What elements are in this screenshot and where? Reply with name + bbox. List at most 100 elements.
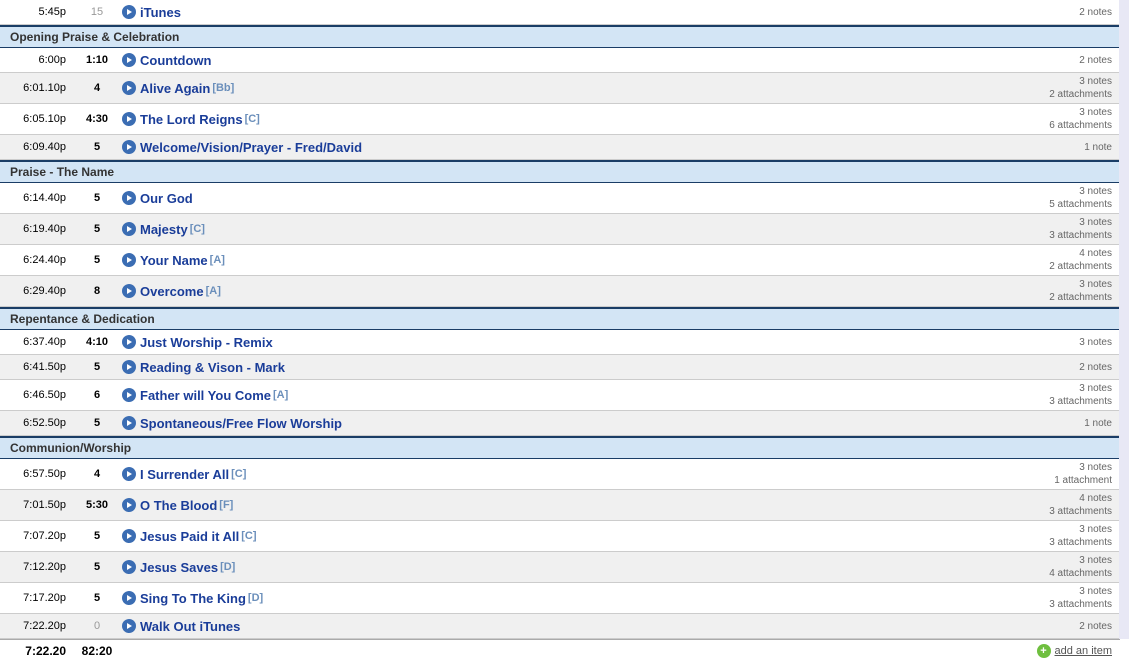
notes-count[interactable]: 3 notes <box>992 216 1112 229</box>
plan-item-row[interactable]: 7:12.20p5Jesus Saves [D]3 notes4 attachm… <box>0 552 1120 583</box>
item-title-link[interactable]: Walk Out iTunes <box>140 619 240 634</box>
notes-count[interactable]: 3 notes <box>992 75 1112 88</box>
plan-item-row[interactable]: 6:00p1:10Countdown2 notes <box>0 48 1120 73</box>
item-title-link[interactable]: Sing To The King <box>140 591 246 606</box>
item-title-link[interactable]: Your Name <box>140 253 208 268</box>
attachments-count[interactable]: 3 attachments <box>992 229 1112 242</box>
item-time: 6:52.50p <box>4 417 72 429</box>
attachments-count[interactable]: 2 attachments <box>992 88 1112 101</box>
add-icon[interactable] <box>1037 644 1051 658</box>
notes-count[interactable]: 3 notes <box>992 106 1112 119</box>
play-icon[interactable] <box>122 560 136 574</box>
play-icon[interactable] <box>122 591 136 605</box>
plan-item-row[interactable]: 5:45p15iTunes2 notes <box>0 0 1120 25</box>
play-icon[interactable] <box>122 222 136 236</box>
play-icon[interactable] <box>122 253 136 267</box>
play-icon[interactable] <box>122 388 136 402</box>
item-title-link[interactable]: Overcome <box>140 284 204 299</box>
attachments-count[interactable]: 3 attachments <box>992 505 1112 518</box>
item-title-cell: Your Name [A] <box>122 253 992 268</box>
play-icon[interactable] <box>122 191 136 205</box>
notes-count[interactable]: 2 notes <box>992 6 1112 19</box>
attachments-count[interactable]: 3 attachments <box>992 536 1112 549</box>
plan-item-row[interactable]: 6:46.50p6Father will You Come [A]3 notes… <box>0 380 1120 411</box>
section-header[interactable]: Opening Praise & Celebration <box>0 25 1120 48</box>
plan-item-row[interactable]: 6:37.40p4:10Just Worship - Remix3 notes <box>0 330 1120 355</box>
plan-item-row[interactable]: 6:14.40p5Our God3 notes5 attachments <box>0 183 1120 214</box>
item-title-link[interactable]: Reading & Vison - Mark <box>140 360 285 375</box>
attachments-count[interactable]: 6 attachments <box>992 119 1112 132</box>
plan-item-row[interactable]: 7:17.20p5Sing To The King [D]3 notes3 at… <box>0 583 1120 614</box>
item-title-cell: Sing To The King [D] <box>122 591 992 606</box>
notes-count[interactable]: 2 notes <box>992 620 1112 633</box>
attachments-count[interactable]: 3 attachments <box>992 598 1112 611</box>
notes-count[interactable]: 1 note <box>992 417 1112 430</box>
notes-count[interactable]: 3 notes <box>992 382 1112 395</box>
item-title-link[interactable]: Jesus Paid it All <box>140 529 239 544</box>
attachments-count[interactable]: 1 attachment <box>992 474 1112 487</box>
notes-count[interactable]: 3 notes <box>992 461 1112 474</box>
play-icon[interactable] <box>122 416 136 430</box>
item-title-link[interactable]: Majesty <box>140 222 188 237</box>
plan-item-row[interactable]: 7:22.20p0Walk Out iTunes2 notes <box>0 614 1120 639</box>
plan-item-row[interactable]: 6:24.40p5Your Name [A]4 notes2 attachmen… <box>0 245 1120 276</box>
scrollbar[interactable] <box>1119 0 1129 639</box>
item-title-cell: Father will You Come [A] <box>122 388 992 403</box>
section-header[interactable]: Praise - The Name <box>0 160 1120 183</box>
plan-item-row[interactable]: 6:01.10p4Alive Again [Bb]3 notes2 attach… <box>0 73 1120 104</box>
notes-count[interactable]: 3 notes <box>992 554 1112 567</box>
section-header[interactable]: Repentance & Dedication <box>0 307 1120 330</box>
attachments-count[interactable]: 2 attachments <box>992 291 1112 304</box>
plan-item-row[interactable]: 6:52.50p5Spontaneous/Free Flow Worship1 … <box>0 411 1120 436</box>
item-title-link[interactable]: Welcome/Vision/Prayer - Fred/David <box>140 140 362 155</box>
play-icon[interactable] <box>122 284 136 298</box>
attachments-count[interactable]: 2 attachments <box>992 260 1112 273</box>
item-meta: 3 notes4 attachments <box>992 554 1112 580</box>
notes-count[interactable]: 3 notes <box>992 523 1112 536</box>
notes-count[interactable]: 4 notes <box>992 492 1112 505</box>
notes-count[interactable]: 3 notes <box>992 278 1112 291</box>
plan-item-row[interactable]: 7:07.20p5Jesus Paid it All [C]3 notes3 a… <box>0 521 1120 552</box>
plan-item-row[interactable]: 6:41.50p5Reading & Vison - Mark2 notes <box>0 355 1120 380</box>
item-title-link[interactable]: Our God <box>140 191 193 206</box>
notes-count[interactable]: 3 notes <box>992 185 1112 198</box>
item-title-link[interactable]: Spontaneous/Free Flow Worship <box>140 416 342 431</box>
section-header[interactable]: Communion/Worship <box>0 436 1120 459</box>
item-title-link[interactable]: Alive Again <box>140 81 210 96</box>
play-icon[interactable] <box>122 5 136 19</box>
plan-item-row[interactable]: 6:19.40p5Majesty [C]3 notes3 attachments <box>0 214 1120 245</box>
item-title-link[interactable]: O The Blood <box>140 498 217 513</box>
plan-item-row[interactable]: 6:29.40p8Overcome [A]3 notes2 attachment… <box>0 276 1120 307</box>
item-title-link[interactable]: Countdown <box>140 53 211 68</box>
notes-count[interactable]: 1 note <box>992 141 1112 154</box>
play-icon[interactable] <box>122 467 136 481</box>
play-icon[interactable] <box>122 498 136 512</box>
notes-count[interactable]: 2 notes <box>992 54 1112 67</box>
play-icon[interactable] <box>122 53 136 67</box>
plan-item-row[interactable]: 6:57.50p4I Surrender All [C]3 notes1 att… <box>0 459 1120 490</box>
play-icon[interactable] <box>122 529 136 543</box>
attachments-count[interactable]: 4 attachments <box>992 567 1112 580</box>
item-title-link[interactable]: Jesus Saves <box>140 560 218 575</box>
play-icon[interactable] <box>122 619 136 633</box>
plan-item-row[interactable]: 6:05.10p4:30The Lord Reigns [C]3 notes6 … <box>0 104 1120 135</box>
item-title-link[interactable]: Father will You Come <box>140 388 271 403</box>
notes-count[interactable]: 3 notes <box>992 336 1112 349</box>
item-title-link[interactable]: Just Worship - Remix <box>140 335 273 350</box>
play-icon[interactable] <box>122 112 136 126</box>
play-icon[interactable] <box>122 360 136 374</box>
attachments-count[interactable]: 5 attachments <box>992 198 1112 211</box>
plan-item-row[interactable]: 7:01.50p5:30O The Blood [F]4 notes3 atta… <box>0 490 1120 521</box>
notes-count[interactable]: 3 notes <box>992 585 1112 598</box>
item-title-link[interactable]: I Surrender All <box>140 467 229 482</box>
play-icon[interactable] <box>122 81 136 95</box>
play-icon[interactable] <box>122 140 136 154</box>
plan-item-row[interactable]: 6:09.40p5Welcome/Vision/Prayer - Fred/Da… <box>0 135 1120 160</box>
attachments-count[interactable]: 3 attachments <box>992 395 1112 408</box>
play-icon[interactable] <box>122 335 136 349</box>
item-title-link[interactable]: iTunes <box>140 5 181 20</box>
notes-count[interactable]: 2 notes <box>992 361 1112 374</box>
item-title-link[interactable]: The Lord Reigns <box>140 112 243 127</box>
add-item-link[interactable]: add an item <box>1055 645 1112 657</box>
notes-count[interactable]: 4 notes <box>992 247 1112 260</box>
